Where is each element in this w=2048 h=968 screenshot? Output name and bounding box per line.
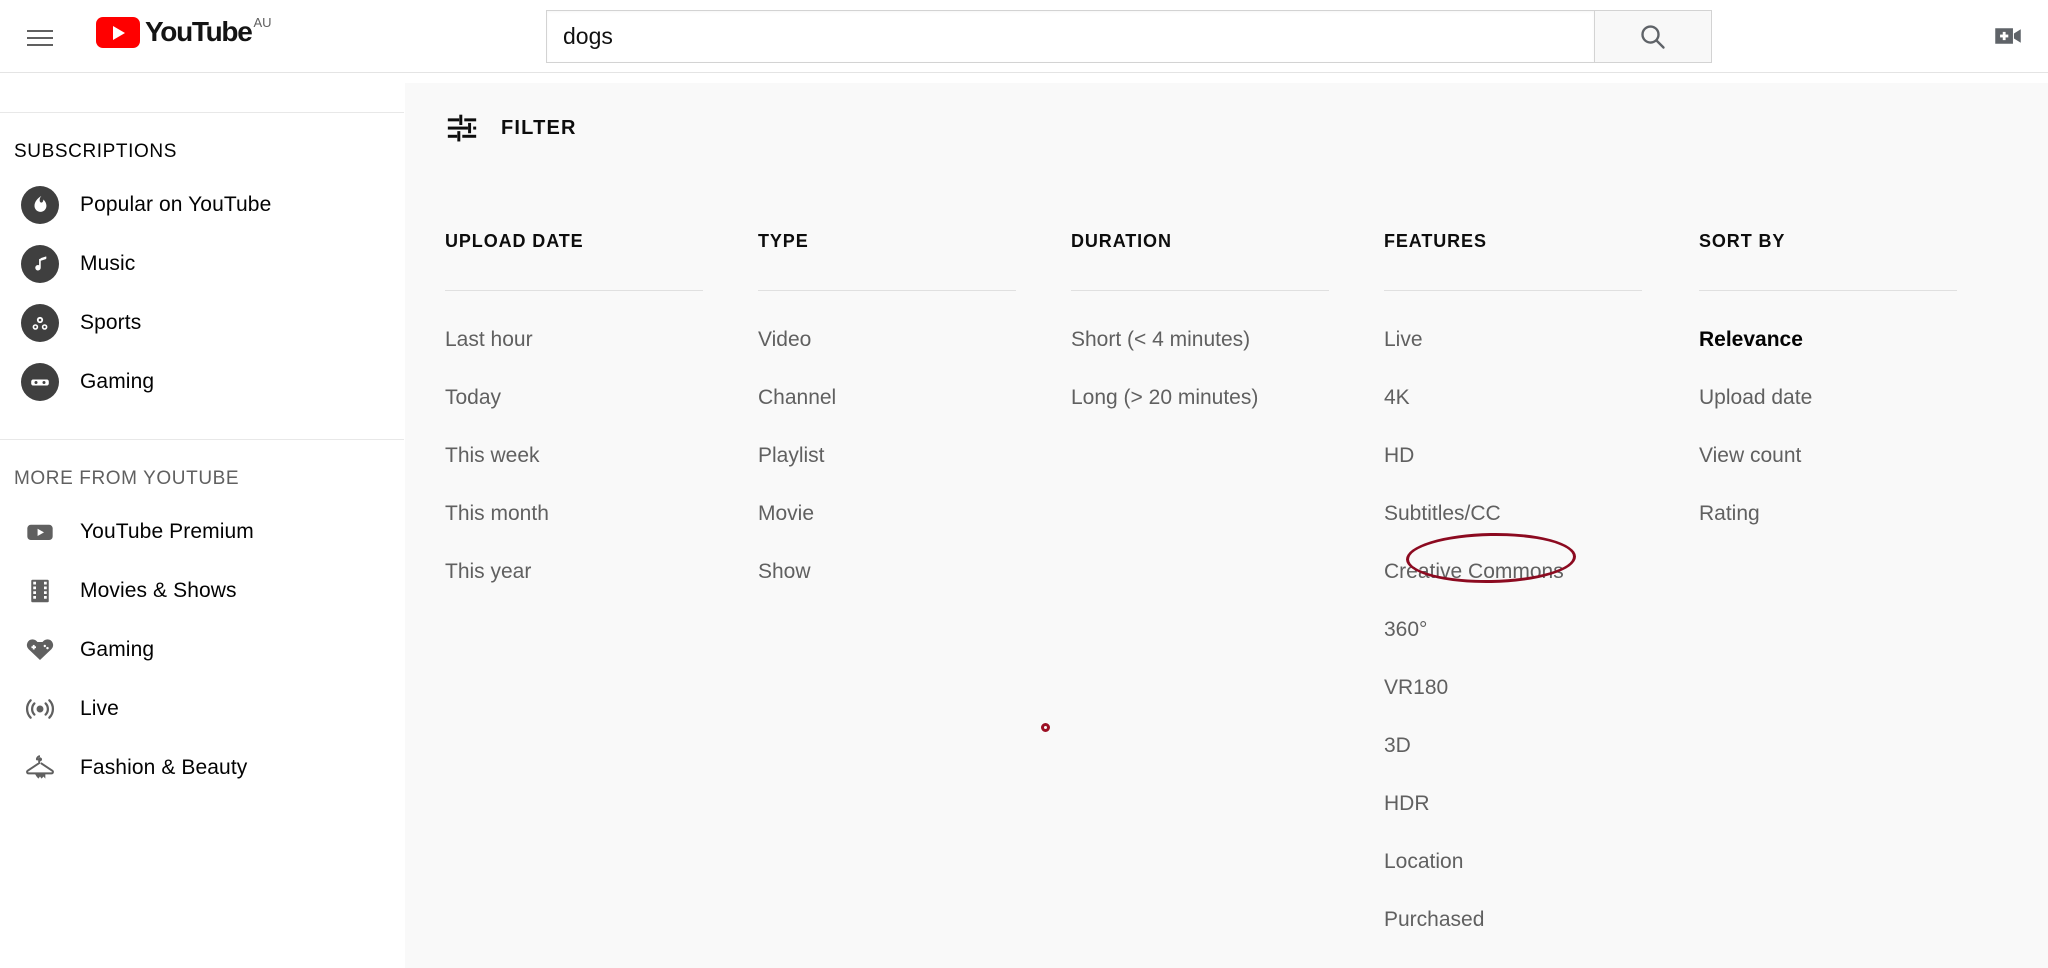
filter-option-channel[interactable]: Channel <box>758 369 836 427</box>
filter-option-last-hour[interactable]: Last hour <box>445 311 533 369</box>
filter-option-this-week[interactable]: This week <box>445 427 540 485</box>
filter-option-relevance[interactable]: Relevance <box>1699 311 1803 369</box>
hamburger-bar <box>27 37 53 39</box>
sidebar-item-popular-on-youtube[interactable]: Popular on YouTube <box>0 175 404 234</box>
filter-option-this-year[interactable]: This year <box>445 543 531 601</box>
sidebar-item-label: YouTube Premium <box>80 519 254 543</box>
flame-circle-icon <box>21 185 59 224</box>
filter-column-title: SORT BY <box>1699 231 1957 291</box>
soccer-ball-circle-icon-wrap <box>0 303 80 342</box>
sidebar-item-label: Fashion & Beauty <box>80 755 248 779</box>
music-note-circle-icon-wrap <box>0 244 80 283</box>
filter-label: FILTER <box>501 116 577 139</box>
filter-column-title: FEATURES <box>1384 231 1642 291</box>
youtube-play-icon <box>96 17 140 48</box>
video-camera-plus-icon <box>1995 28 2021 44</box>
filter-option-list: Short (< 4 minutes) Long (> 20 minutes) <box>1071 291 1384 427</box>
filter-columns: UPLOAD DATE Last hour Today This week Th… <box>445 231 2015 949</box>
filter-sliders-icon <box>447 114 477 142</box>
flame-circle-icon-wrap <box>0 185 80 224</box>
youtube-country-code: AU <box>253 15 272 30</box>
youtube-wordmark: YouTube <box>145 16 253 47</box>
clothes-hanger-icon <box>0 752 80 784</box>
filter-option-list: Last hour Today This week This month Thi… <box>445 291 758 601</box>
create-video-button[interactable] <box>1984 12 2032 60</box>
search-filter-panel: FILTER UPLOAD DATE Last hour Today This … <box>405 83 2048 968</box>
filter-column-type: TYPE Video Channel Playlist Movie Show <box>758 231 1071 949</box>
sidebar-heading-subscriptions: SUBSCRIPTIONS <box>14 141 177 162</box>
filter-option-3d[interactable]: 3D <box>1384 717 1411 775</box>
youtube-logo[interactable]: YouTube AU <box>96 15 272 49</box>
gaming-heart-icon <box>0 634 80 666</box>
search-bar <box>546 10 1712 63</box>
sidebar-navigation: Liked Videos SUBSCRIPTIONS Popular on Yo… <box>0 74 404 968</box>
filter-option-list: Live 4K HD Subtitles/CC Creative Commons… <box>1384 291 1699 949</box>
sidebar-item-gaming[interactable]: Gaming <box>0 620 404 679</box>
sidebar-item-label: Live <box>80 696 119 720</box>
sidebar-item-youtube-premium[interactable]: YouTube Premium <box>0 502 404 561</box>
sidebar-item-music[interactable]: Music <box>0 234 404 293</box>
sidebar-item-label: Gaming <box>80 637 155 661</box>
filter-option-today[interactable]: Today <box>445 369 501 427</box>
film-strip-icon <box>0 576 80 606</box>
filter-option-upload-date[interactable]: Upload date <box>1699 369 1812 427</box>
music-note-circle-icon <box>21 244 59 283</box>
sidebar-item-label: Gaming <box>80 369 155 393</box>
sidebar-item-label: Movies & Shows <box>80 578 237 602</box>
filter-option-purchased[interactable]: Purchased <box>1384 891 1484 949</box>
filter-column-features: FEATURES Live 4K HD Subtitles/CC Creativ… <box>1384 231 1699 949</box>
filter-option-rating[interactable]: Rating <box>1699 485 1760 543</box>
hamburger-bar <box>27 44 53 46</box>
filter-option-subtitles-cc[interactable]: Subtitles/CC <box>1384 485 1501 543</box>
filter-column-title: TYPE <box>758 231 1016 291</box>
filter-option-long[interactable]: Long (> 20 minutes) <box>1071 369 1258 427</box>
filter-option-this-month[interactable]: This month <box>445 485 549 543</box>
hamburger-menu-icon[interactable] <box>16 14 64 62</box>
filter-column-sort-by: SORT BY Relevance Upload date View count… <box>1699 231 1999 949</box>
filter-option-short[interactable]: Short (< 4 minutes) <box>1071 311 1250 369</box>
filter-option-4k[interactable]: 4K <box>1384 369 1410 427</box>
filter-column-title: UPLOAD DATE <box>445 231 703 291</box>
filter-option-show[interactable]: Show <box>758 543 811 601</box>
filter-option-vr180[interactable]: VR180 <box>1384 659 1448 717</box>
sidebar-item-fashion-and-beauty[interactable]: Fashion & Beauty <box>0 738 404 797</box>
filter-column-duration: DURATION Short (< 4 minutes) Long (> 20 … <box>1071 231 1384 949</box>
sidebar-item-gaming-subs[interactable]: Gaming <box>0 352 404 411</box>
sidebar-item-label: Music <box>80 251 136 275</box>
search-button[interactable] <box>1594 10 1712 63</box>
filter-option-movie[interactable]: Movie <box>758 485 814 543</box>
soccer-ball-circle-icon <box>21 303 59 342</box>
filter-option-360[interactable]: 360° <box>1384 601 1427 659</box>
filter-option-hdr[interactable]: HDR <box>1384 775 1430 833</box>
filter-option-view-count[interactable]: View count <box>1699 427 1801 485</box>
sidebar-item-label: Popular on YouTube <box>80 192 272 216</box>
sidebar-item-movies-and-shows[interactable]: Movies & Shows <box>0 561 404 620</box>
filter-column-upload-date: UPLOAD DATE Last hour Today This week Th… <box>445 231 758 949</box>
hamburger-bar <box>27 30 53 32</box>
sidebar-item-sports[interactable]: Sports <box>0 293 404 352</box>
filter-column-title: DURATION <box>1071 231 1329 291</box>
youtube-play-icon <box>0 516 80 548</box>
broadcast-live-icon <box>0 693 80 725</box>
gamepad-circle-icon <box>21 362 59 401</box>
search-input[interactable] <box>546 10 1594 63</box>
filter-option-list: Video Channel Playlist Movie Show <box>758 291 1071 601</box>
filter-option-live[interactable]: Live <box>1384 311 1423 369</box>
sidebar-item-label: Sports <box>80 310 142 334</box>
filter-option-video[interactable]: Video <box>758 311 811 369</box>
search-icon <box>1641 24 1665 49</box>
gamepad-circle-icon-wrap <box>0 362 80 401</box>
sidebar-item-live[interactable]: Live <box>0 679 404 738</box>
filter-option-playlist[interactable]: Playlist <box>758 427 825 485</box>
filter-option-hd[interactable]: HD <box>1384 427 1414 485</box>
sidebar-heading-more-from-youtube: MORE FROM YOUTUBE <box>14 468 240 489</box>
filter-option-location[interactable]: Location <box>1384 833 1463 891</box>
masthead-header: YouTube AU <box>0 0 2048 73</box>
filter-option-creative-commons[interactable]: Creative Commons <box>1384 543 1564 601</box>
filter-option-list: Relevance Upload date View count Rating <box>1699 291 1999 543</box>
filter-toggle-button[interactable]: FILTER <box>405 83 655 145</box>
